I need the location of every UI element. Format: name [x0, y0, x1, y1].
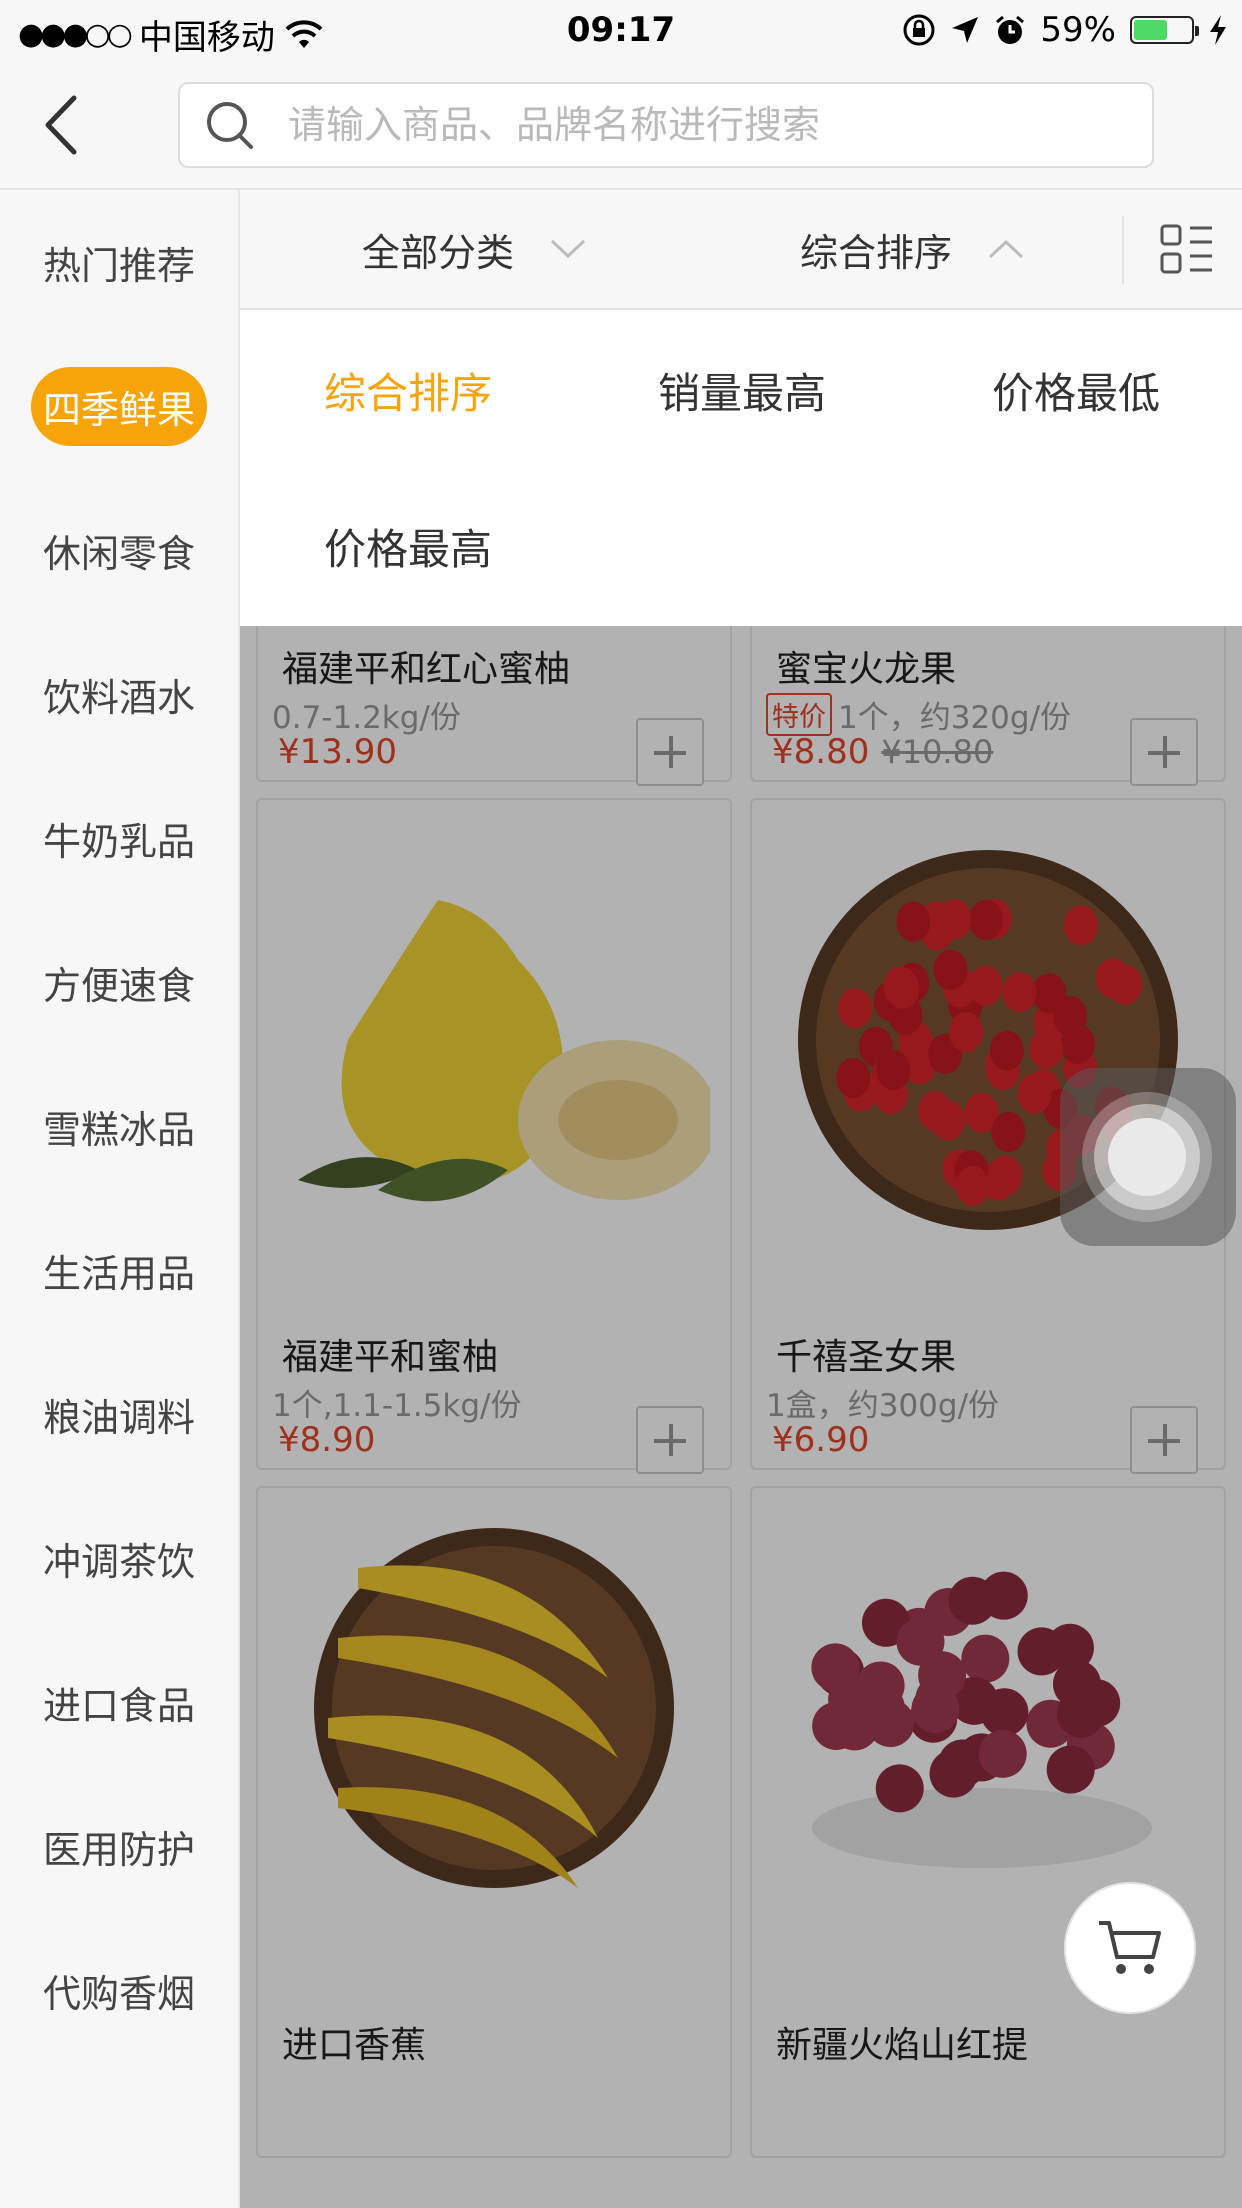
sort-filter-dropdown[interactable]: 综合排序: [800, 190, 1024, 308]
alarm-icon: [996, 15, 1025, 44]
sort-option-default[interactable]: 综合排序: [324, 360, 492, 421]
sort-dropdown-menu: 综合排序 销量最高 价格最低 价格最高: [240, 310, 1242, 626]
battery-icon: [1130, 16, 1199, 44]
sidebar-item-snacks[interactable]: 休闲零食: [0, 478, 238, 622]
sort-option-sales[interactable]: 销量最高: [658, 360, 826, 421]
sidebar-item-dairy[interactable]: 牛奶乳品: [0, 766, 238, 910]
sidebar-item-daily-goods[interactable]: 生活用品: [0, 1198, 238, 1342]
category-filter-dropdown[interactable]: 全部分类: [362, 190, 586, 308]
sidebar-item-imported[interactable]: 进口食品: [0, 1630, 238, 1774]
chevron-up-icon: [988, 239, 1024, 259]
sort-filter-label: 综合排序: [800, 230, 953, 275]
sidebar-item-label: 代购香烟: [42, 1971, 195, 2016]
sidebar-item-label: 粮油调料: [42, 1395, 195, 1440]
sidebar-item-hot[interactable]: 热门推荐: [0, 190, 238, 334]
sidebar-item-drinks[interactable]: 饮料酒水: [0, 622, 238, 766]
rotation-lock-icon: [903, 14, 935, 46]
sidebar-item-label: 生活用品: [42, 1251, 195, 1296]
assistive-ring: [1108, 1118, 1186, 1196]
charging-bolt-icon: [1210, 15, 1226, 45]
sidebar-item-label: 冲调茶饮: [42, 1539, 195, 1584]
sidebar-item-grain-oil[interactable]: 粮油调料: [0, 1342, 238, 1486]
sidebar-item-fruit[interactable]: 四季鲜果: [0, 334, 238, 478]
location-arrow-icon: [952, 17, 979, 43]
sidebar-item-label: 四季鲜果: [30, 366, 207, 446]
sidebar-item-label: 牛奶乳品: [42, 819, 195, 864]
sort-option-price-low[interactable]: 价格最低: [992, 360, 1160, 421]
search-header: [0, 62, 1242, 190]
battery-fill: [1134, 20, 1168, 40]
sidebar-item-label: 进口食品: [42, 1683, 195, 1728]
shopping-cart-button[interactable]: [1064, 1882, 1196, 2014]
search-icon: [207, 102, 253, 149]
assistive-touch-button[interactable]: [1060, 1068, 1236, 1246]
category-sidebar: 热门推荐 四季鲜果 休闲零食 饮料酒水 牛奶乳品 方便速食 雪糕冰品 生活用品 …: [0, 190, 240, 2208]
status-bar: ●●●○○ 中国移动 09:17 59%: [0, 0, 1242, 62]
chevron-down-icon: [550, 239, 586, 259]
search-box[interactable]: [178, 82, 1154, 168]
sidebar-item-tea-drinks[interactable]: 冲调茶饮: [0, 1486, 238, 1630]
list-view-icon: [1160, 224, 1212, 274]
sidebar-item-label: 休闲零食: [42, 531, 195, 576]
sidebar-item-label: 雪糕冰品: [42, 1107, 195, 1152]
sidebar-item-label: 饮料酒水: [42, 675, 195, 720]
sidebar-item-label: 医用防护: [42, 1827, 195, 1872]
sidebar-item-cigarettes[interactable]: 代购香烟: [0, 1918, 238, 2062]
sidebar-item-instant-food[interactable]: 方便速食: [0, 910, 238, 1054]
search-input[interactable]: [286, 102, 1110, 148]
battery-percent: 59%: [1040, 10, 1116, 50]
filter-bar: 全部分类 综合排序: [240, 190, 1242, 310]
sidebar-item-label: 方便速食: [42, 963, 195, 1008]
list-view-toggle[interactable]: [1122, 216, 1242, 284]
sidebar-item-ice-cream[interactable]: 雪糕冰品: [0, 1054, 238, 1198]
back-button[interactable]: [36, 92, 96, 158]
sidebar-item-label: 热门推荐: [42, 243, 195, 288]
sidebar-item-medical[interactable]: 医用防护: [0, 1774, 238, 1918]
cart-icon: [1099, 1921, 1161, 1974]
sort-option-price-high[interactable]: 价格最高: [324, 516, 492, 577]
category-filter-label: 全部分类: [362, 230, 515, 275]
